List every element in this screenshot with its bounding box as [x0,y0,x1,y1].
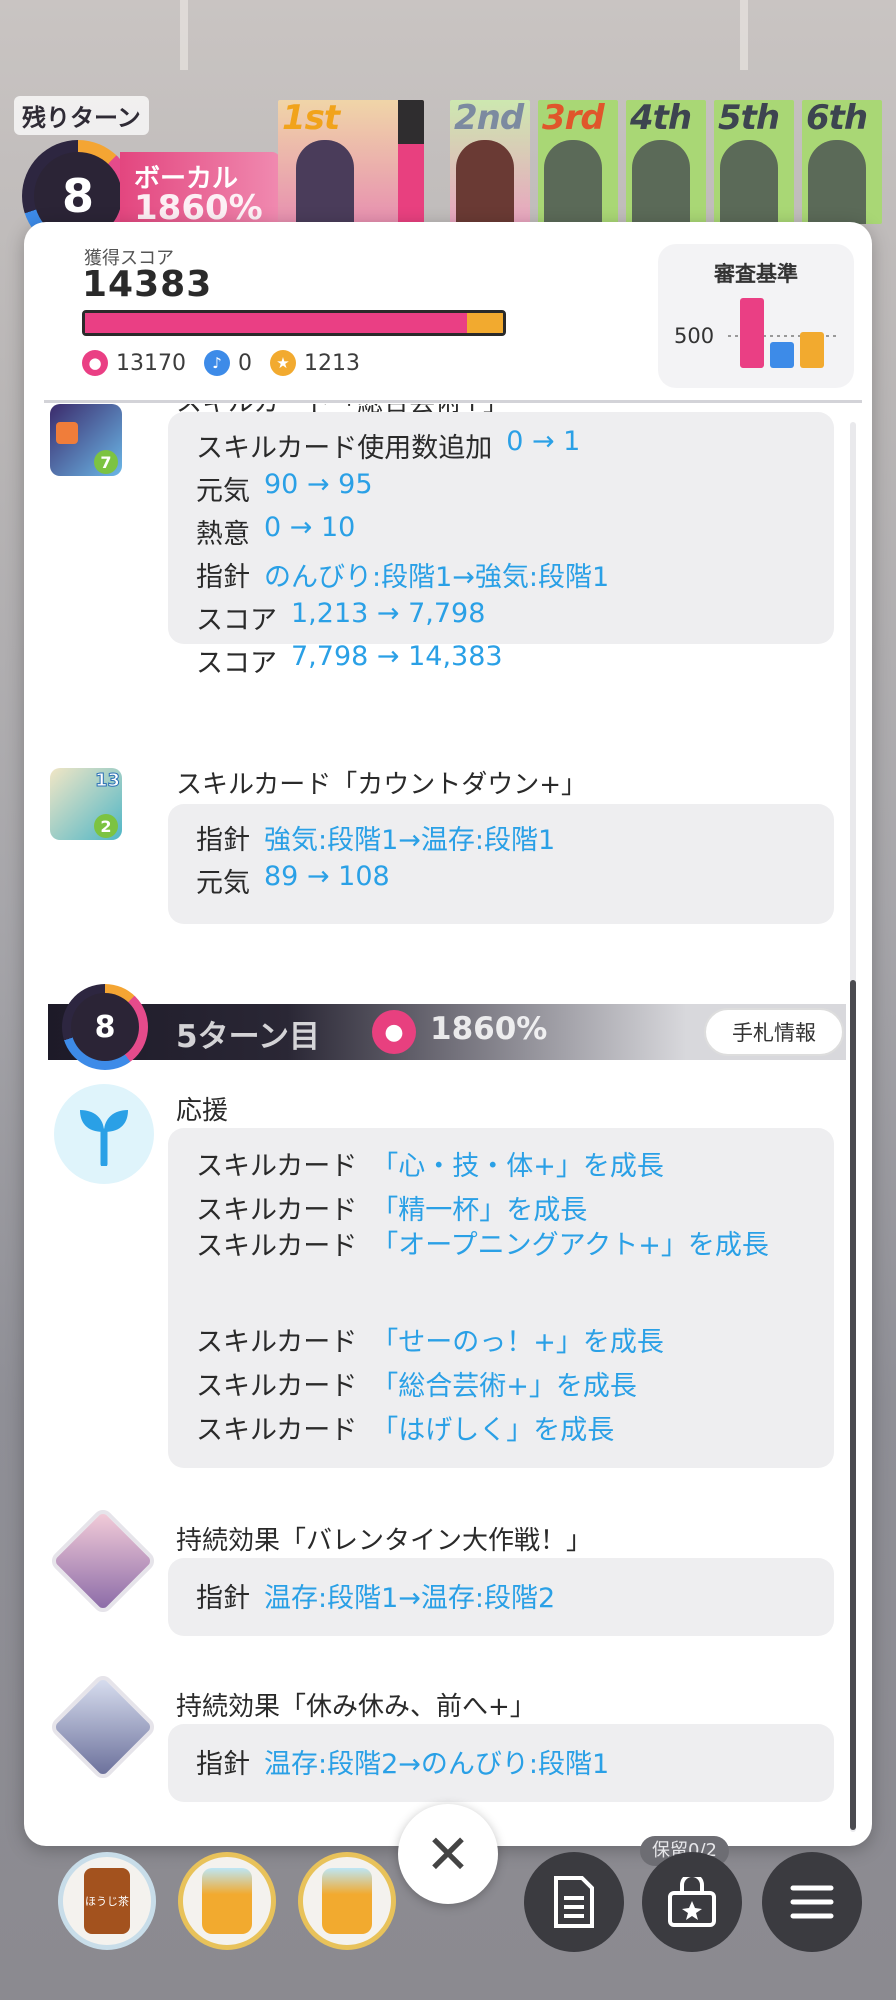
bg-decoration [180,0,188,70]
effect-row: スコア 1,213 → 7,798 [196,598,486,636]
effect-row: 指針 強気:段階1→温存:段階1 [196,825,556,856]
rank-label: 6th [806,100,868,138]
close-icon: ✕ [425,1822,471,1886]
idol-silhouette [808,140,866,224]
rank-2nd: 2nd [450,100,530,224]
entry-title: 持続効果「休み休み、前へ+」 [176,1692,536,1722]
effect-row: 元気 89 → 108 [196,861,390,899]
effect-row: スコア 7,798 → 14,383 [196,641,503,679]
effect-row: 指針 のんびり:段階1→強気:段階1 [196,562,610,593]
entry-title: スキルカード「カウントダウン+」 [176,770,588,800]
shoe-icon: ♪ [204,350,230,376]
vocal-score: 13170 [116,350,186,376]
skill-card-icon: 7 [50,404,122,476]
rank-label: 2nd [454,100,524,138]
rank-label: 1st [282,100,340,138]
skill-card-icon: 13 2 [50,768,122,840]
effect-row: 指針 温存:段階1→温存:段階2 [196,1583,556,1614]
rank-label: 5th [718,100,780,138]
effect-row: スキルカード 「心・技・体+」を成長 [196,1151,664,1182]
card-top-badge: 13 [94,770,120,792]
criteria-title: 審査基準 [714,262,798,286]
idol-portrait [456,140,514,224]
vocal-status: ボーカル 1860% [120,152,280,228]
rank-3rd: 3rd [538,100,618,224]
remaining-turns-label: 残りターン [14,96,149,135]
effect-row: 指針 温存:段階2→のんびり:段階1 [196,1749,610,1780]
effect-row: スキルカード 「せーのっ！+」を成長 [196,1327,664,1358]
rank-4th: 4th [626,100,706,224]
turn-percent: 1860% [430,1011,548,1047]
entry-title: 持続効果「バレンタイン大作戦！」 [176,1526,593,1556]
mic-icon: ● [372,1010,416,1054]
card-cost-badge: 2 [94,814,118,838]
rank-1st: 1st [278,100,424,224]
turn-ring: 8 [62,984,148,1070]
bg-decoration [740,0,748,70]
mic-icon: ● [82,350,108,376]
effect-row: 元気 90 → 95 [196,469,373,507]
item-slot-2[interactable] [178,1852,276,1950]
dance-score: 0 [238,350,252,376]
rank-label: 3rd [542,100,605,138]
score-detail-panel: 獲得スコア 14383 ● 13170 ♪ 0 ★ 1213 審査基準 500 … [24,222,872,1846]
menu-button[interactable] [762,1852,862,1952]
close-button[interactable]: ✕ [398,1804,498,1904]
effect-box: スキルカード 「心・技・体+」を成長 スキルカード 「精一杯」を成長 スキルカード「… [168,1128,834,1468]
effect-box: 指針 温存:段階1→温存:段階2 [168,1558,834,1636]
effect-box: 指針 温存:段階2→のんびり:段階1 [168,1724,834,1802]
memo-button[interactable] [524,1852,624,1952]
criteria-threshold: 500 [674,324,715,348]
effect-box: スキルカード使用数追加 0 → 1 元気 90 → 95 熱意 0 → 10 指針 のん… [168,412,834,679]
effect-row: スキルカード 「オープニングアクト+」を成長 [196,1230,769,1262]
juice-drink-icon [322,1868,372,1934]
effect-row: スキルカード 「はげしく」を成長 [196,1415,615,1446]
idol-silhouette [632,140,690,224]
sprout-icon [54,1084,154,1184]
entry-title: 応援 [176,1096,229,1126]
memo-icon [554,1876,594,1928]
turn-label: 5ターン目 [176,1019,321,1055]
tea-bottle-icon: ほうじ茶 [84,1868,130,1934]
score-value: 14383 [82,264,213,305]
gift-icon [668,1877,716,1927]
judging-criteria[interactable]: 審査基準 500 [658,244,854,388]
card-cost-badge: 7 [94,450,118,474]
idol-portrait [296,140,354,224]
effect-box: 指針 強気:段階1→温存:段階1 元気 89 → 108 [168,804,834,924]
visual-score: 1213 [304,350,360,376]
item-slot-1[interactable]: ほうじ茶 [58,1852,156,1950]
star-icon: ★ [270,350,296,376]
score-breakdown: ● 13170 ♪ 0 ★ 1213 [82,350,370,376]
score-bar-visual [467,313,503,333]
effect-row: 熱意 0 → 10 [196,512,356,550]
score-bar-vocal [85,313,468,333]
criteria-bar-chart-icon [728,298,836,368]
item-slot-3[interactable] [298,1852,396,1950]
hand-info-button[interactable]: 手札情報 [704,1008,844,1056]
score-bar [82,310,506,336]
rank-label: 4th [630,100,692,138]
rank-6th: 6th [802,100,882,224]
idol-silhouette [720,140,778,224]
hold-button[interactable] [642,1852,742,1952]
juice-drink-icon [202,1868,252,1934]
idol-silhouette [544,140,602,224]
effect-row: スキルカード 「精一杯」を成長 [196,1195,588,1226]
effect-row: スキルカード 「総合芸術+」を成長 [196,1371,637,1402]
turn-ring-count: 8 [71,993,139,1061]
rank-5th: 5th [714,100,794,224]
effect-row: スキルカード使用数追加 0 → 1 [196,426,581,464]
menu-icon [790,1885,834,1919]
